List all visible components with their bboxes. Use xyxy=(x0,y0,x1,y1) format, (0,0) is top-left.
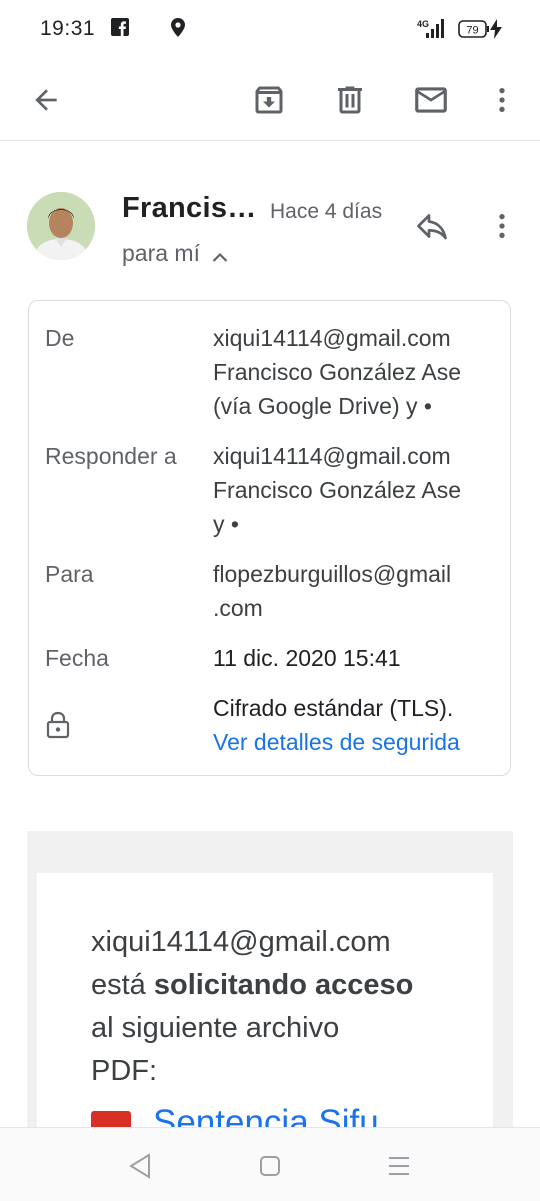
battery-icon: 79 xyxy=(458,20,490,43)
status-bar: 19:31 4G 79 xyxy=(0,0,540,60)
message-header: Francis… Hace 4 días para mí xyxy=(0,170,540,280)
reply-to-name: Francisco González Ase xyxy=(213,477,462,503)
mark-unread-icon xyxy=(415,87,447,113)
drive-request-card: xiqui14114@gmail.com está solicitando ac… xyxy=(37,873,493,1133)
back-arrow-icon xyxy=(35,89,57,111)
recipient-toggle[interactable]: para mí xyxy=(122,240,228,268)
message-date: Hace 4 días xyxy=(270,200,383,223)
more-vert-icon xyxy=(499,214,505,238)
reply-button[interactable] xyxy=(406,200,458,252)
battery-level: 79 xyxy=(466,24,478,36)
request-text: xiqui14114@gmail.com está solicitando ac… xyxy=(91,921,471,1093)
requester-email: xiqui14114@gmail.com xyxy=(91,926,391,958)
sender-name[interactable]: Francis… xyxy=(122,192,257,225)
network-type-label: 4G xyxy=(417,19,429,29)
archive-button[interactable] xyxy=(243,74,295,126)
more-vert-icon xyxy=(499,88,505,112)
reply-to-more: y • xyxy=(213,511,239,537)
to-email-cont: .com xyxy=(213,595,263,621)
reply-to-value: xiqui14114@gmail.com Francisco González … xyxy=(213,439,497,541)
nav-home-icon xyxy=(260,1156,280,1176)
charging-icon xyxy=(490,19,502,44)
nav-back-button[interactable] xyxy=(122,1148,158,1184)
message-more-button[interactable] xyxy=(476,200,528,252)
to-value: flopezburguillos@gmail .com xyxy=(213,557,497,625)
from-label: De xyxy=(45,325,75,351)
to-label: Para xyxy=(45,561,94,587)
encryption-text: Cifrado estándar (TLS). xyxy=(213,695,454,721)
request-line4: PDF: xyxy=(91,1055,158,1087)
security-value: Cifrado estándar (TLS). Ver detalles de … xyxy=(213,691,497,759)
from-name: Francisco González Ase xyxy=(213,359,462,385)
reply-icon xyxy=(417,214,447,240)
message-body: xiqui14114@gmail.com está solicitando ac… xyxy=(27,831,513,1133)
security-details-link[interactable]: Ver detalles de segurida xyxy=(213,725,497,759)
location-icon xyxy=(171,18,185,42)
mark-unread-button[interactable] xyxy=(405,74,457,126)
delete-button[interactable] xyxy=(324,74,376,126)
more-options-button[interactable] xyxy=(476,74,528,126)
nav-recents-button[interactable] xyxy=(381,1148,417,1184)
nav-home-button[interactable] xyxy=(252,1148,288,1184)
from-value: xiqui14114@gmail.com Francisco González … xyxy=(213,321,497,423)
message-details-card: De xiqui14114@gmail.com Francisco Gonzál… xyxy=(28,300,511,776)
status-time: 19:31 xyxy=(40,17,96,40)
email-toolbar xyxy=(0,60,540,141)
from-email[interactable]: xiqui14114@gmail.com xyxy=(213,321,497,355)
reply-to-label: Responder a xyxy=(45,443,177,469)
nav-recents-icon xyxy=(389,1157,409,1175)
avatar[interactable] xyxy=(27,192,95,260)
from-via: (vía Google Drive) y • xyxy=(213,393,432,419)
system-navigation-bar xyxy=(0,1127,540,1201)
delete-icon xyxy=(338,86,362,114)
lock-icon xyxy=(45,711,71,745)
chevron-up-icon xyxy=(212,241,228,268)
request-line3: al siguiente archivo xyxy=(91,1012,340,1044)
request-action: solicitando acceso xyxy=(153,969,414,1001)
recipient-summary: para mí xyxy=(122,240,200,266)
archive-icon xyxy=(255,86,283,114)
date-label: Fecha xyxy=(45,645,109,671)
date-value: 11 dic. 2020 15:41 xyxy=(213,645,401,671)
signal-icon: 4G xyxy=(417,19,445,44)
nav-back-icon xyxy=(129,1153,150,1179)
request-prefix: está xyxy=(91,969,154,1001)
back-button[interactable] xyxy=(20,74,72,126)
reply-to-email[interactable]: xiqui14114@gmail.com xyxy=(213,439,497,473)
to-email[interactable]: flopezburguillos@gmail xyxy=(213,557,497,591)
facebook-icon xyxy=(111,18,129,41)
